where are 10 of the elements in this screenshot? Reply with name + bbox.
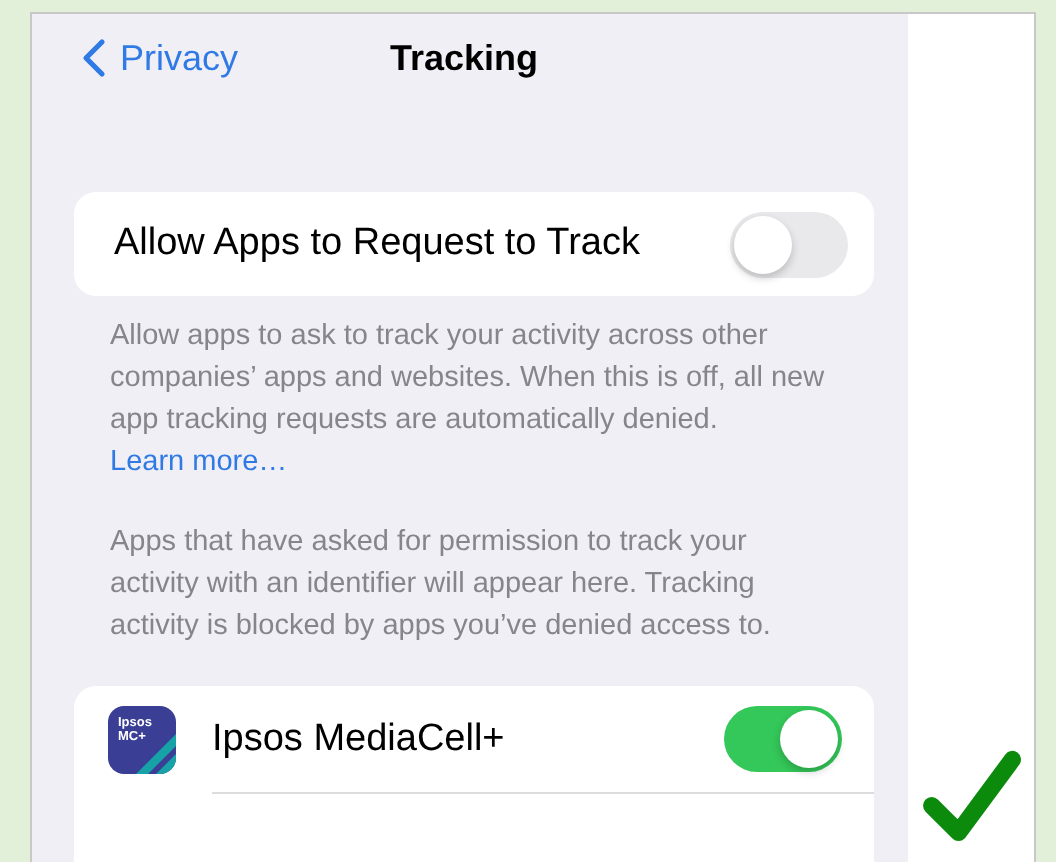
app-name: Ipsos MediaCell+	[212, 717, 505, 761]
footer-text: Allow apps to ask to track your activity across other companies’ apps and websites. When this is off, all new app tracking requests are automatically denied. Learn more…	[110, 318, 827, 482]
learn-more-link[interactable]: Learn more…	[110, 446, 288, 478]
toggle-switch[interactable]	[724, 706, 842, 772]
back-button[interactable]: Privacy	[82, 37, 239, 79]
screen-title: Tracking	[390, 38, 539, 80]
toggle-switch[interactable]	[730, 211, 848, 277]
setting-label: Allow Apps to Request to Track	[114, 222, 640, 266]
chevron-icon	[82, 38, 106, 78]
footer-text: Apps that have asked for permission to track your activity with an identifier will appear here. Tracking activity is blocked by apps you’ve denied access to.	[110, 524, 773, 646]
